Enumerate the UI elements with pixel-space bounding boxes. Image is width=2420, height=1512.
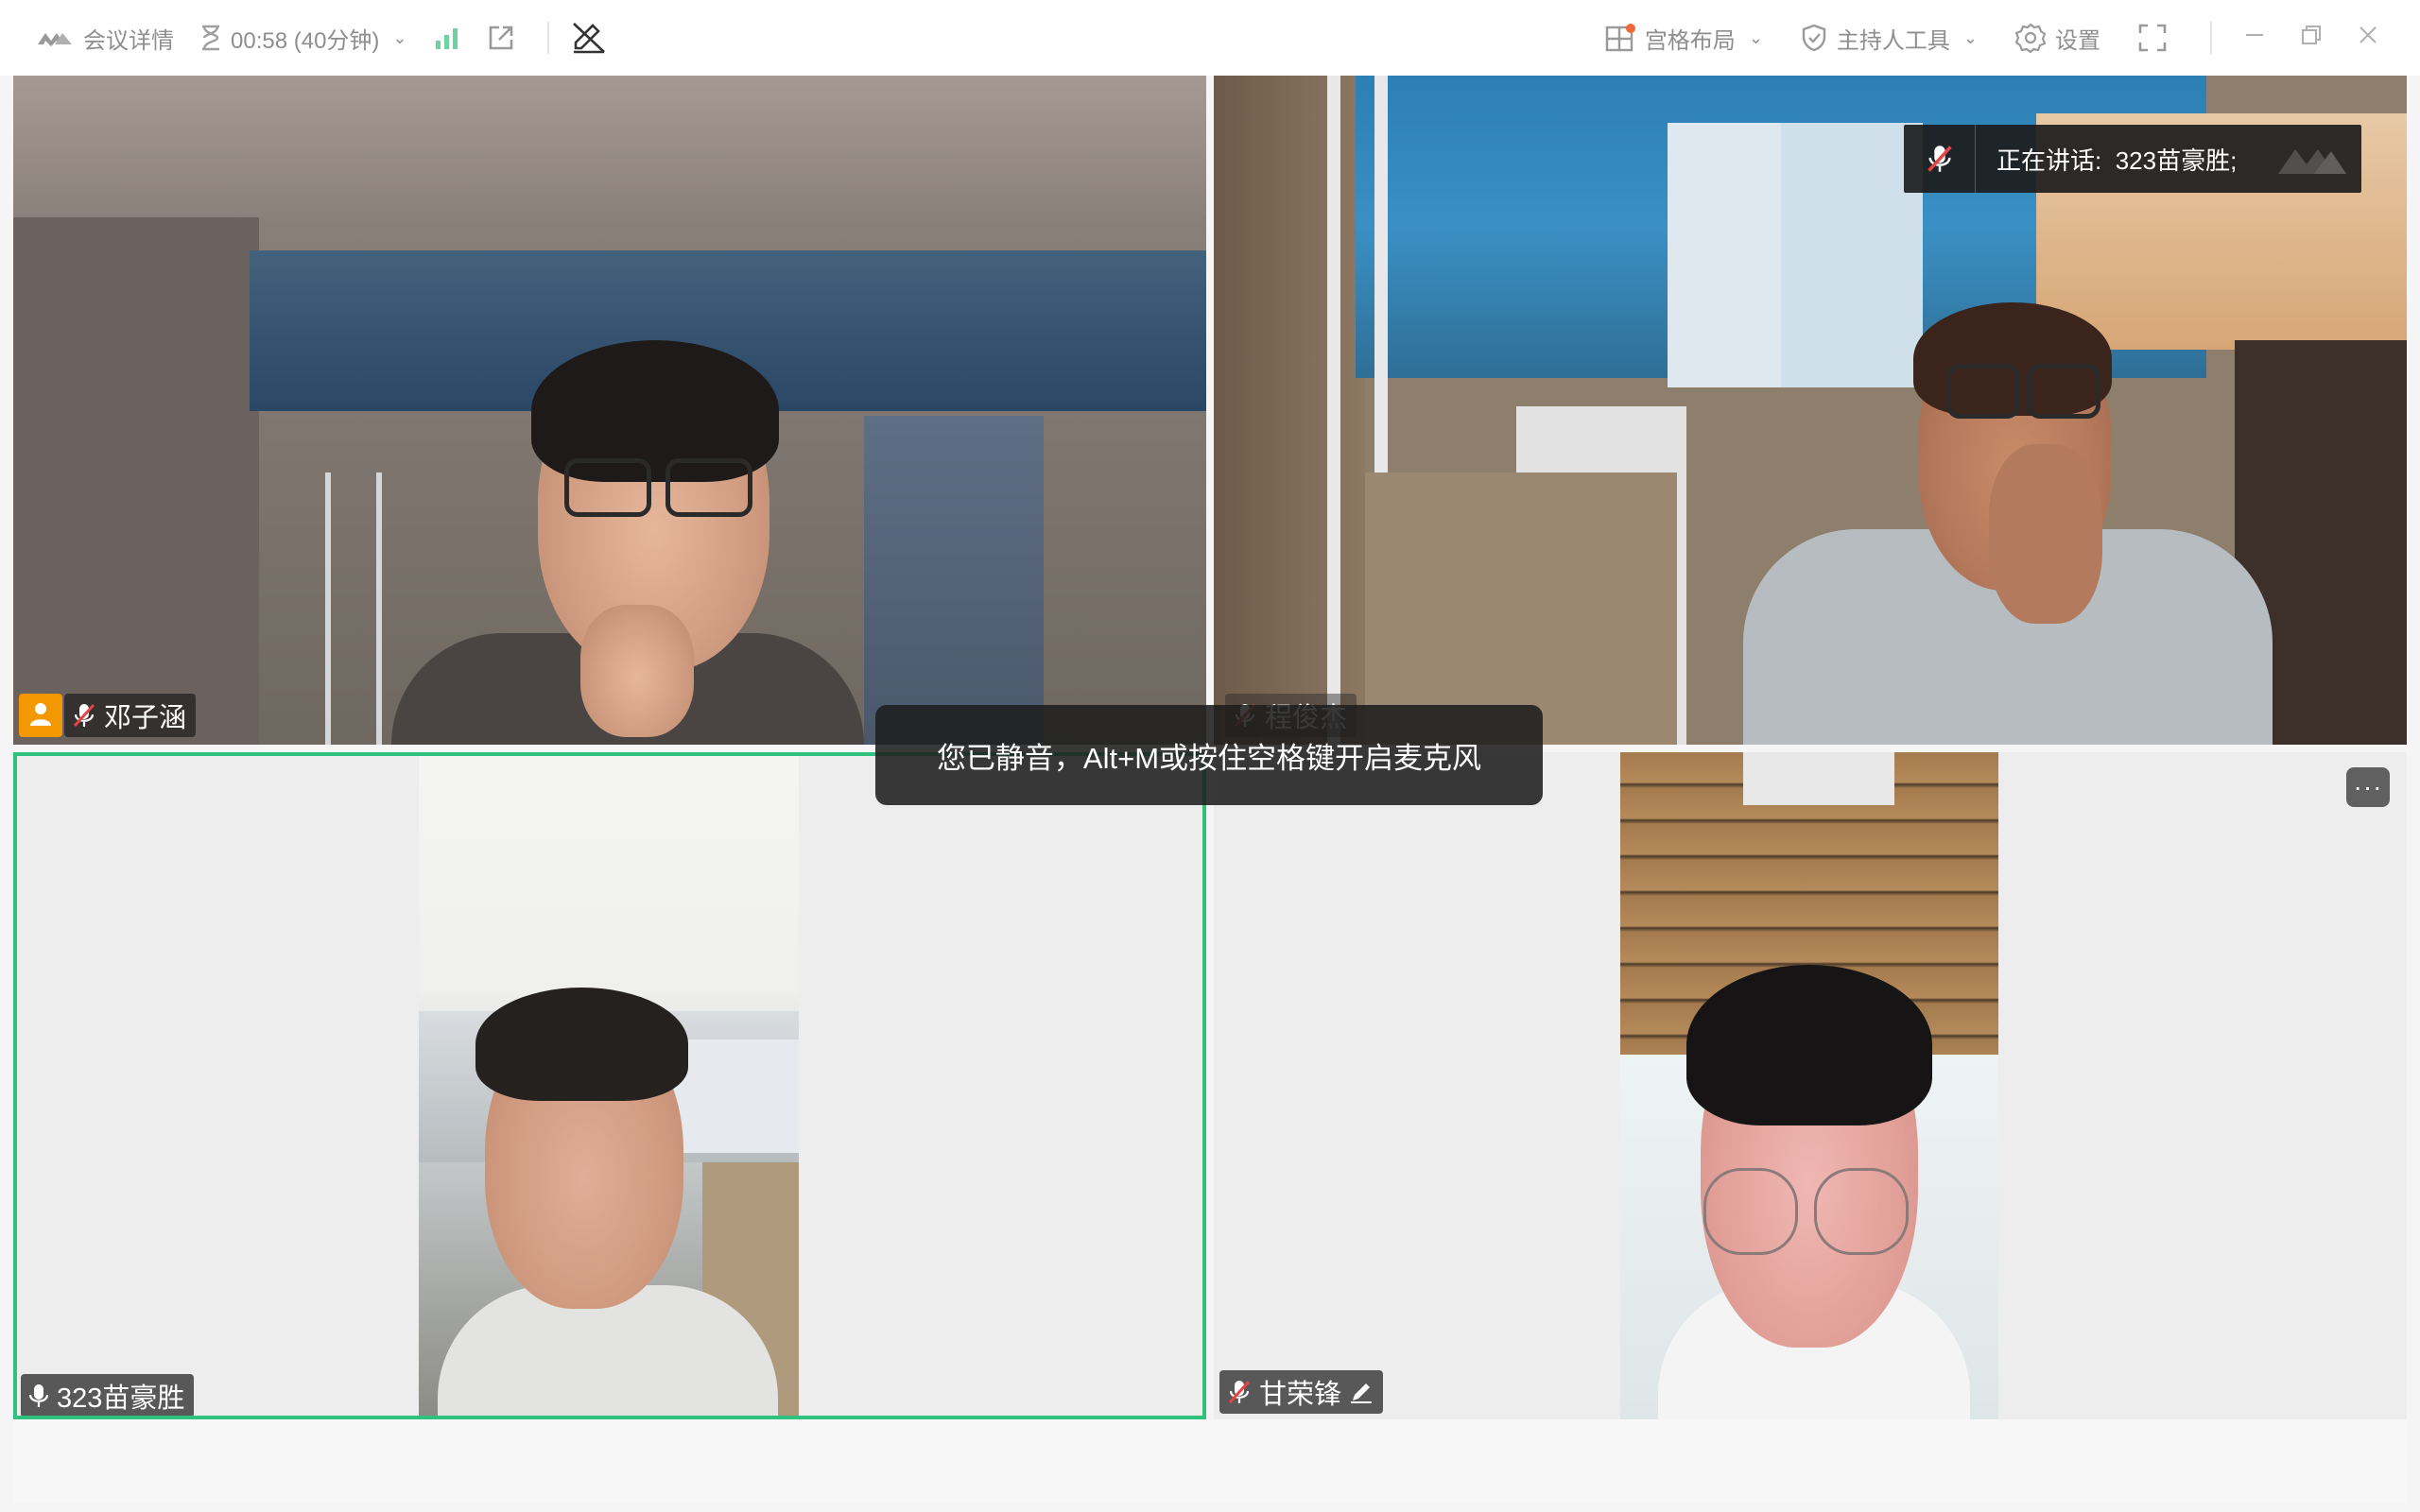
participant-name-tag: 323苗豪胜 — [21, 1374, 195, 1416]
annotation-off-button[interactable] — [572, 22, 606, 54]
signal-bars-icon — [434, 26, 460, 50]
restore-window-icon[interactable] — [2301, 25, 2322, 52]
video-tile-participant-1[interactable]: 邓子涵 — [13, 76, 1206, 745]
more-options-button[interactable]: ··· — [2346, 767, 2390, 807]
meeting-timer-button[interactable]: 00:58 (40分钟) ⌄ — [200, 22, 407, 55]
video-feed — [1620, 752, 1998, 1419]
signal-strength-button[interactable] — [434, 26, 460, 50]
host-badge — [19, 694, 62, 737]
mic-muted-icon — [72, 702, 96, 729]
participant-name-tag: 甘荣锋 — [1219, 1370, 1384, 1414]
meeting-logo-icon — [2276, 142, 2348, 182]
user-icon — [27, 700, 54, 731]
grid-layout-label: 宫格布局 — [1644, 27, 1736, 54]
chevron-down-icon: ⌄ — [1962, 27, 1978, 47]
participant-name: 甘荣锋 — [1259, 1380, 1342, 1410]
participant-name: 323苗豪胜 — [57, 1383, 185, 1414]
toolbar-divider — [546, 22, 549, 54]
video-tile-participant-3[interactable]: 323苗豪胜 — [13, 752, 1206, 1419]
meeting-details-label: 会议详情 — [83, 27, 174, 54]
grid-layout-button[interactable]: 宫格布局 ⌄ — [1605, 22, 1763, 55]
video-feed — [419, 756, 799, 1416]
participant-name-tag: 邓子涵 — [64, 694, 197, 737]
video-feed — [13, 76, 1206, 745]
close-icon[interactable] — [2358, 25, 2378, 52]
mic-icon — [28, 1383, 49, 1409]
toolbar-left: 会议详情 00:58 (40分钟) ⌄ — [36, 0, 632, 76]
share-link-button[interactable] — [487, 24, 515, 52]
chevron-down-icon: ⌄ — [1748, 27, 1763, 47]
mic-muted-icon — [1227, 1379, 1252, 1405]
toolbar-right: 宫格布局 ⌄ 主持人工具 ⌄ 设置 — [1605, 0, 2420, 76]
speaking-text: 正在讲话: 323苗豪胜; — [1976, 142, 2237, 177]
speaking-name: 323苗豪胜; — [2115, 146, 2238, 175]
meeting-logo-icon — [36, 27, 74, 48]
speaking-label: 正在讲话: — [1996, 146, 2102, 175]
settings-label: 设置 — [2055, 27, 2100, 54]
fullscreen-icon — [2138, 24, 2167, 52]
meeting-details-button[interactable]: 会议详情 — [36, 22, 174, 55]
pen-icon — [1349, 1380, 1374, 1404]
chevron-down-icon: ⌄ — [392, 27, 407, 47]
muted-toast: 您已静音，Alt+M或按住空格键开启麦克风 — [875, 705, 1543, 805]
fullscreen-button[interactable] — [2138, 24, 2167, 52]
video-tile-participant-4[interactable]: 甘荣锋 — [1214, 752, 2407, 1419]
external-link-icon — [487, 24, 515, 52]
meeting-timer-text: 00:58 (40分钟) — [231, 27, 380, 54]
settings-button[interactable]: 设置 — [2015, 22, 2100, 55]
muted-toast-text: 您已静音，Alt+M或按住空格键开启麦克风 — [936, 741, 1482, 775]
participant-name: 邓子涵 — [104, 703, 187, 733]
top-toolbar: 会议详情 00:58 (40分钟) ⌄ 宫格布局 ⌄ 主持人工具 ⌄ 设置 — [0, 0, 2420, 76]
host-tools-button[interactable]: 主持人工具 ⌄ — [1801, 22, 1978, 55]
host-tools-label: 主持人工具 — [1836, 27, 1950, 54]
shield-icon — [1801, 24, 1827, 52]
mic-muted-icon — [1904, 125, 1976, 193]
toolbar-divider — [2210, 22, 2212, 54]
grid-layout-icon — [1605, 24, 1635, 52]
window-controls — [2244, 25, 2378, 52]
minimize-icon[interactable] — [2244, 25, 2265, 52]
hourglass-icon — [200, 25, 221, 51]
annotation-off-icon — [572, 22, 606, 54]
active-speaker-indicator: 正在讲话: 323苗豪胜; — [1904, 125, 2361, 193]
bottom-area — [13, 1419, 2407, 1503]
gear-icon — [2015, 23, 2046, 53]
